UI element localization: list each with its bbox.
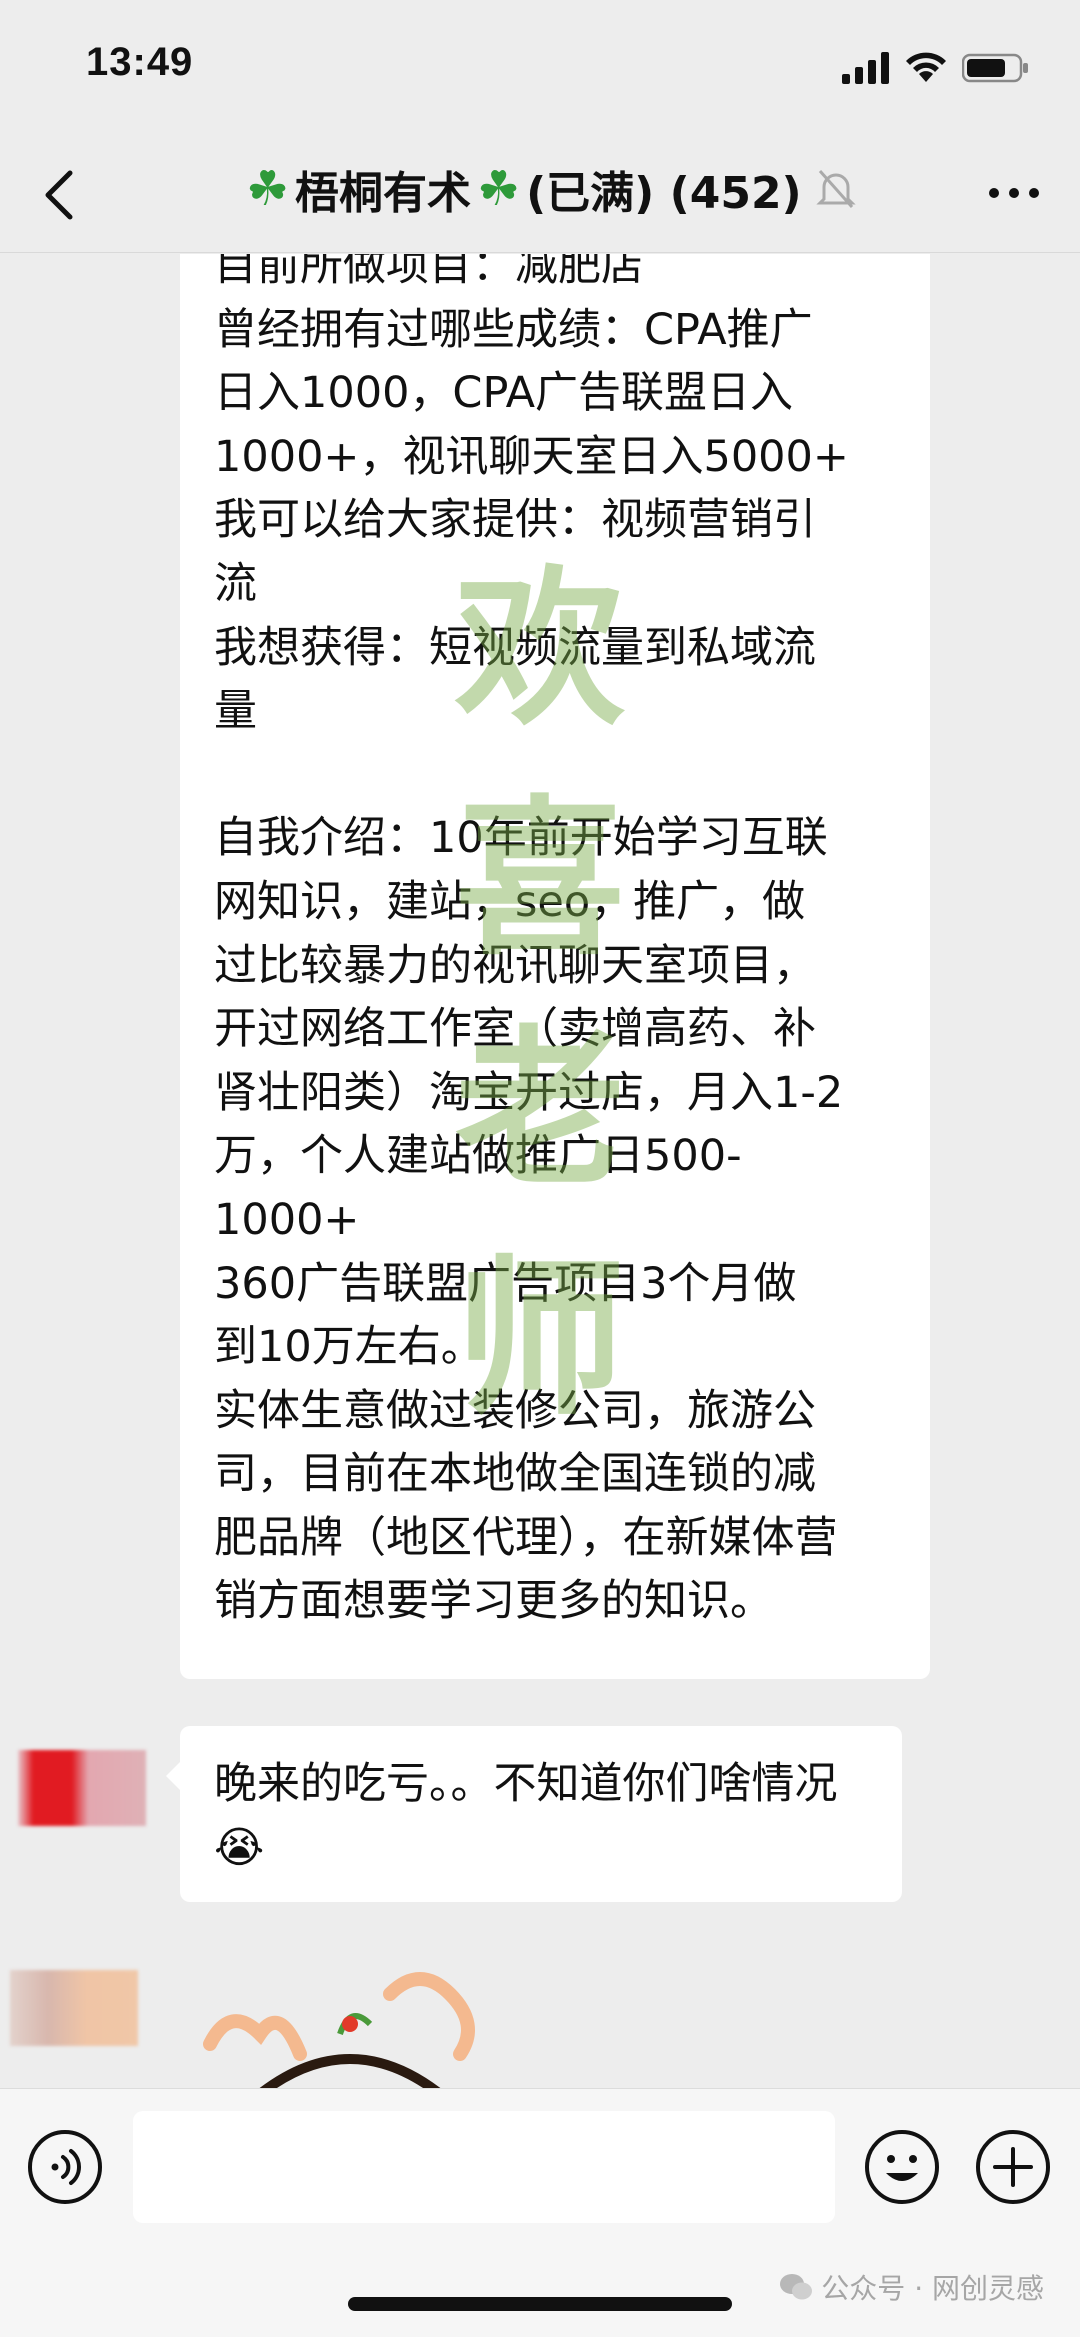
message-line: 到10万左右。 [214,1322,484,1373]
more-options-icon[interactable] [986,183,1042,203]
battery-icon [962,53,1028,83]
status-time: 13:49 [86,40,194,84]
back-chevron-icon[interactable] [40,165,80,225]
message-line: 流 [214,558,257,609]
message-line: 我可以给大家提供：视频营销引 [214,495,816,546]
source-watermark: 公众号 · 网创灵感 [779,2267,1044,2307]
emoji-icon[interactable] [864,2129,940,2205]
status-icons [842,48,1030,88]
muted-bell-icon [816,170,856,208]
message-line: 网知识，建站，seo，推广，做 [214,876,806,927]
message-line [214,743,896,807]
wifi-icon [906,52,946,82]
message-line: 曾经拥有过哪些成绩：CPA推广 [214,304,813,355]
message-line: 360广告联盟广告项目3个月做 [214,1258,797,1309]
message-line: 1000+，视讯聊天室日入5000+ [214,431,849,482]
message-line: 开过网络工作室（卖增高药、补 [214,1004,816,1055]
chat-title-text: 梧桐有术 [295,168,472,219]
clover-icon: ☘ [246,161,290,217]
message-line: 肾壮阳类）淘宝开过店，月入1-2 [214,1067,844,1118]
chat-message-list[interactable]: 目前所做项目：减肥店曾经拥有过哪些成绩：CPA推广 日入1000，CPA广告联盟日… [0,254,1080,2088]
message-line: 自我介绍：10年前开始学习互联 [214,813,828,864]
message-line: 日入1000，CPA广告联盟日入 [214,368,794,419]
clover-icon: ☘ [477,161,521,217]
message-line: 1000+ [214,1194,360,1245]
message-line: 销方面想要学习更多的知识。 [214,1576,773,1627]
message-line: 过比较暴力的视讯聊天室项目， [214,940,816,991]
chat-member-count: (已满) (452) [526,168,802,219]
avatar[interactable] [18,1750,146,1826]
chat-title[interactable]: ☘ 梧桐有术 ☘ (已满) (452) [246,157,856,221]
message-line: 司，目前在本地做全国连锁的减 [214,1449,816,1500]
welcome-sticker-image[interactable] [200,1964,500,2088]
plus-icon[interactable] [975,2129,1051,2205]
message-line: 万，个人建站做推广日500- [214,1131,742,1182]
message-text-field[interactable] [133,2111,835,2223]
message-line: 量 [214,686,257,737]
wechat-logo-icon [780,2274,813,2300]
message-line: 我想获得：短视频流量到私域流 [214,622,816,673]
message-line: 晚来的吃亏。。不知道你们啥情 [214,1759,795,1809]
cellular-signal-icon [842,52,889,84]
status-bar: 13:49 [0,0,1080,135]
message-line: 肥品牌（地区代理），在新媒体营 [214,1512,838,1563]
avatar[interactable] [10,1970,138,2046]
message-line: 实体生意做过装修公司，旅游公 [214,1385,816,1436]
chat-header: ☘ 梧桐有术 ☘ (已满) (452) [0,135,1080,253]
source-watermark-text: 公众号 · 网创灵感 [821,2272,1044,2305]
message-bubble[interactable]: 晚来的吃亏。。不知道你们啥情况😭 [166,1726,902,1902]
message-line: 目前所做项目：减肥店 [214,254,644,291]
voice-input-icon[interactable] [27,2129,103,2205]
home-indicator[interactable] [348,2297,732,2311]
message-bubble[interactable]: 目前所做项目：减肥店曾经拥有过哪些成绩：CPA推广 日入1000，CPA广告联盟日… [180,254,930,1679]
